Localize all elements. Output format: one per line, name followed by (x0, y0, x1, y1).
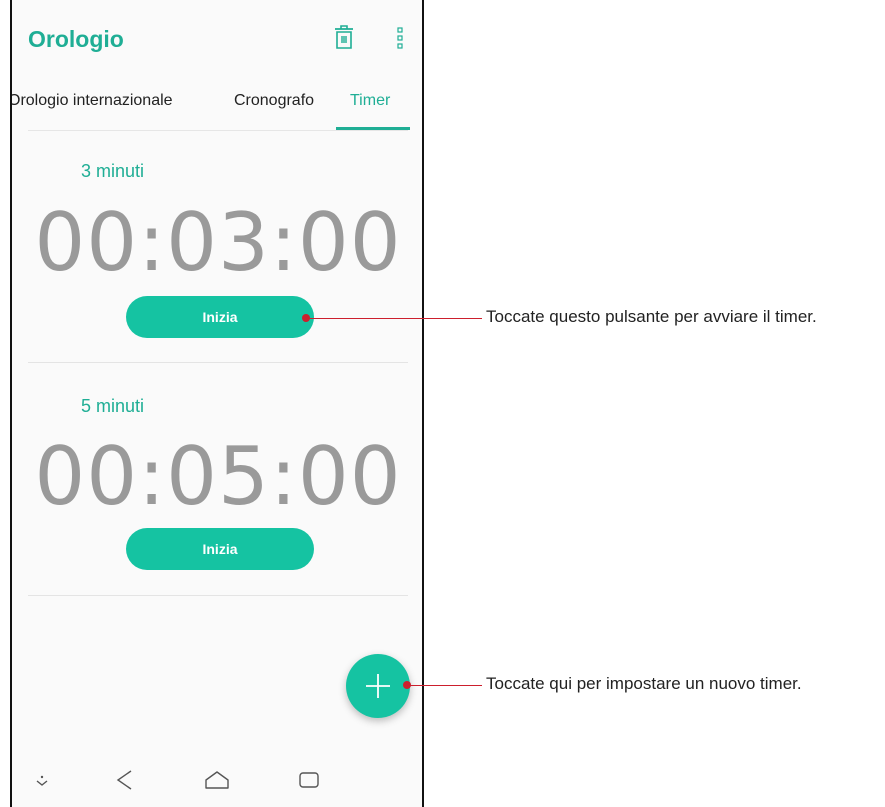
tab-bar: Orologio internazionale Cronografo Timer (12, 84, 422, 130)
timer-divider (28, 595, 408, 596)
timer-label: 3 minuti (81, 161, 145, 181)
timer-time: 00:05:00 (34, 430, 402, 523)
callout-start-button: Toccate questo pulsante per avviare il t… (486, 307, 817, 326)
timer-divider (28, 362, 408, 363)
plus-icon (366, 674, 390, 698)
callout-line (306, 318, 482, 319)
tab-stopwatch[interactable]: Cronografo (234, 92, 314, 110)
home-icon[interactable] (204, 769, 230, 791)
tabs-divider (28, 130, 408, 131)
more-vert-icon[interactable] (397, 27, 403, 49)
navigation-bar (12, 766, 422, 807)
start-button[interactable]: Inizia (126, 528, 314, 570)
trash-icon[interactable] (333, 24, 355, 50)
start-button[interactable]: Inizia (126, 296, 314, 338)
callout-line (407, 685, 482, 686)
download-icon[interactable] (34, 774, 50, 790)
tab-timer[interactable]: Timer (350, 92, 390, 110)
recents-icon[interactable] (298, 771, 320, 789)
timer-time: 00:03:00 (34, 196, 402, 289)
add-timer-button[interactable] (346, 654, 410, 718)
back-icon[interactable] (115, 769, 133, 791)
app-title: Orologio (28, 26, 124, 52)
phone-screen: Orologio Orologio internazionale Cronogr… (10, 0, 424, 807)
tab-world-clock[interactable]: Orologio internazionale (12, 92, 173, 110)
callout-add-timer: Toccate qui per impostare un nuovo timer… (486, 674, 802, 693)
timer-label: 5 minuti (81, 396, 145, 416)
